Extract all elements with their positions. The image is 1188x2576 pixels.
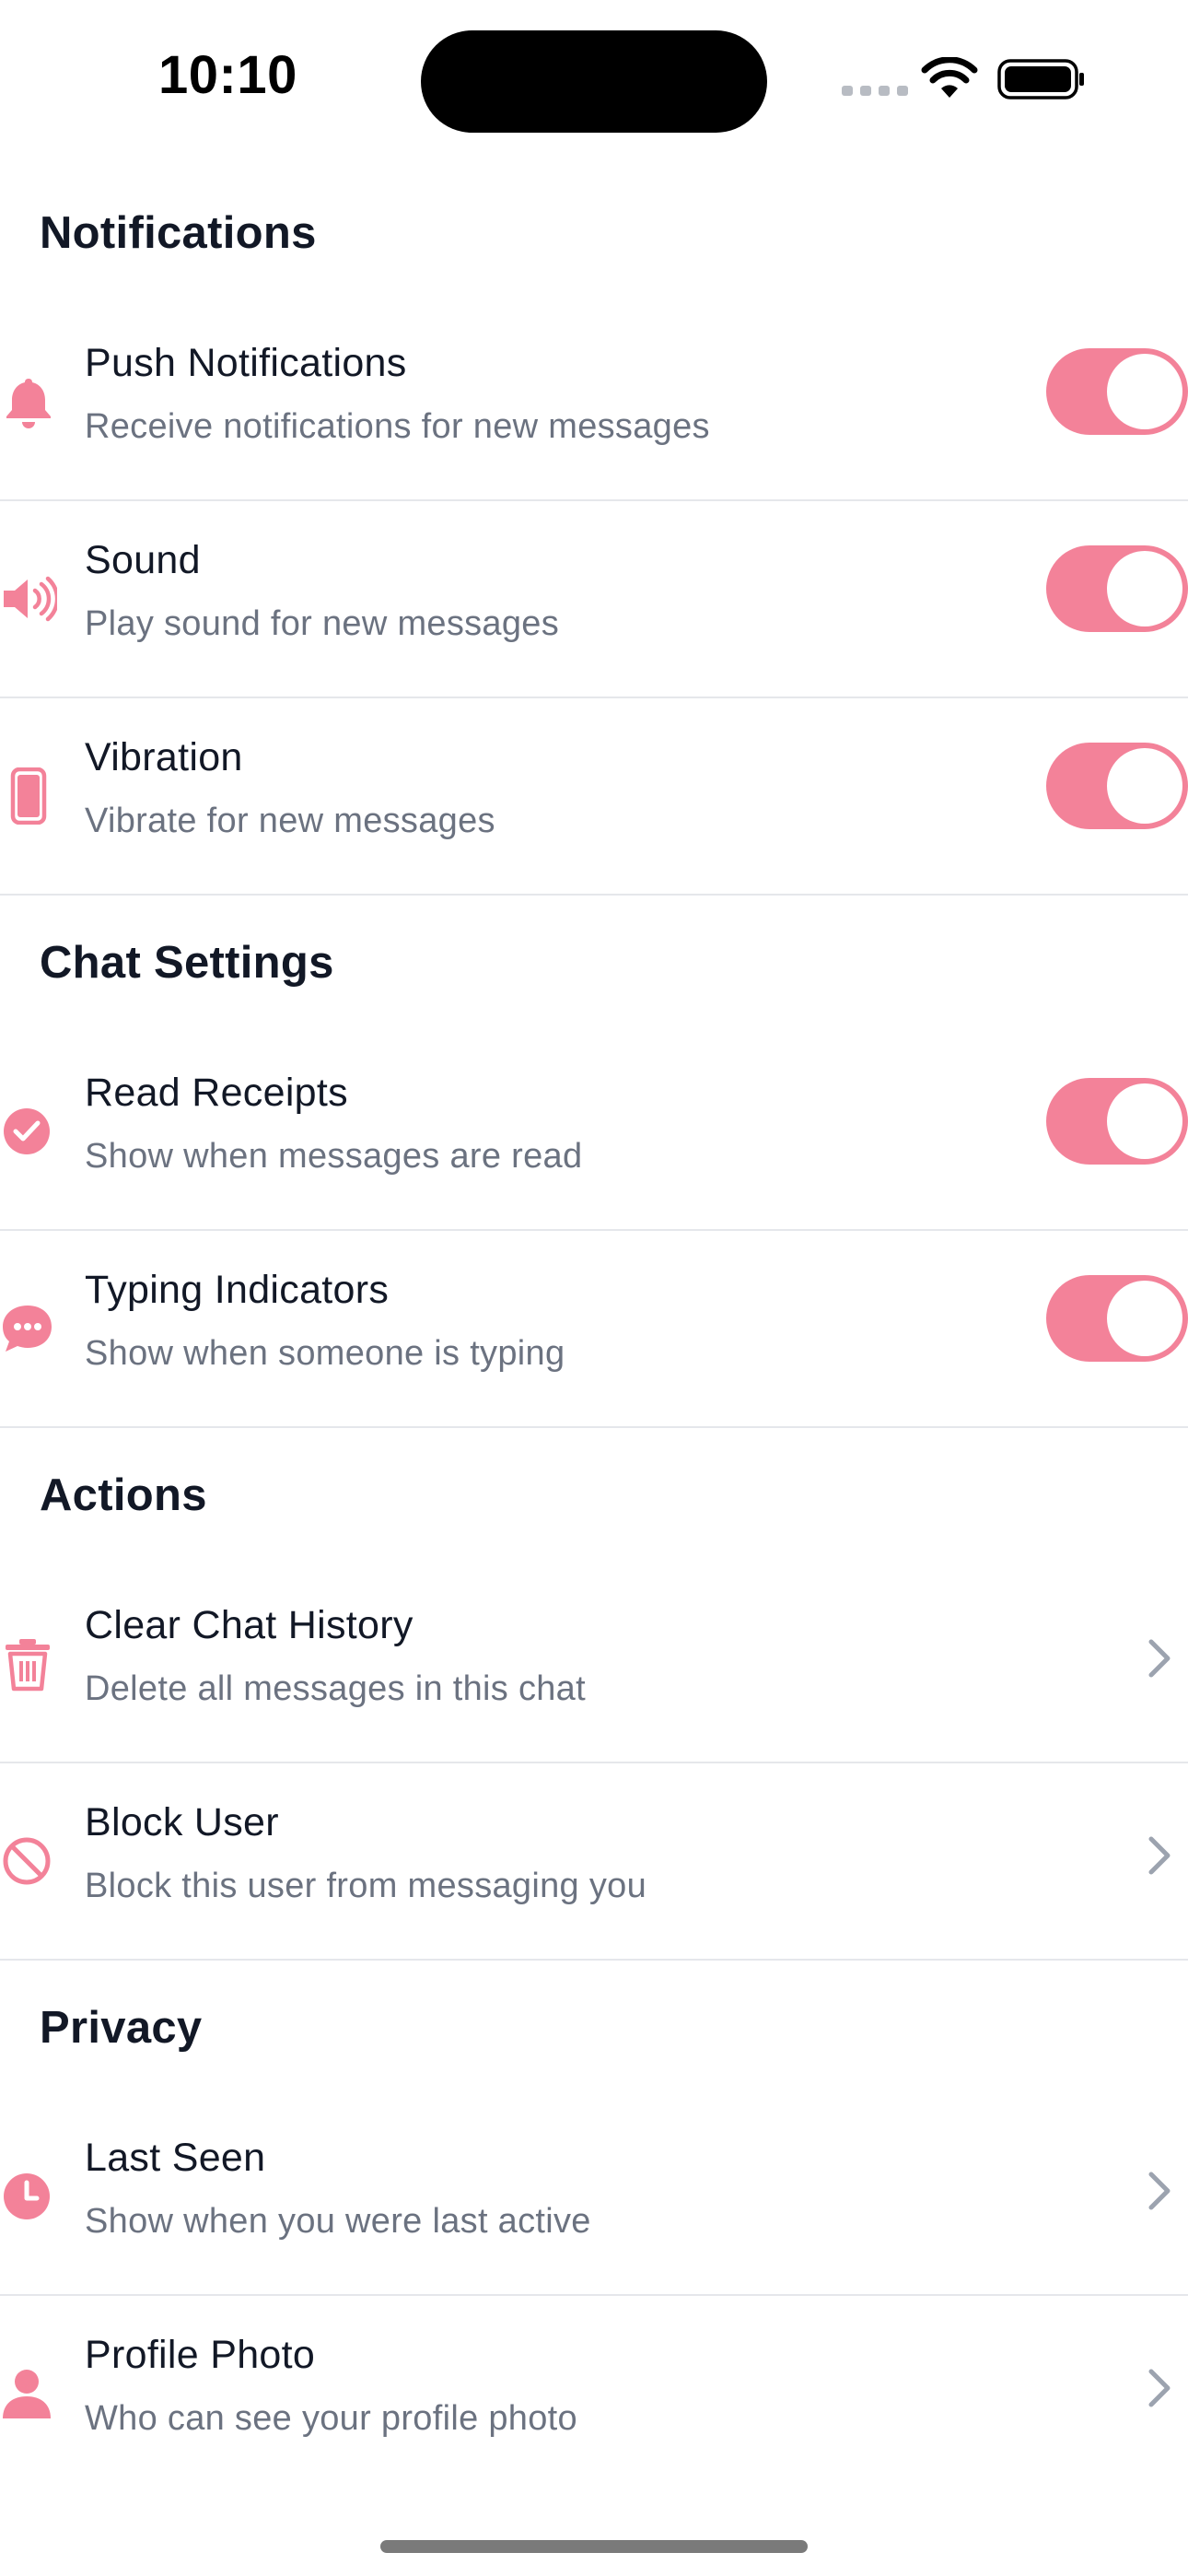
setting-row-sound: Sound Play sound for new messages [0, 501, 1188, 698]
status-bar: 10:10 [0, 0, 1188, 166]
setting-row-vibration: Vibration Vibrate for new messages [0, 698, 1188, 896]
push-notifications-toggle[interactable] [1046, 348, 1188, 435]
setting-row-typing-indicators: Typing Indicators Show when someone is t… [0, 1231, 1188, 1428]
clock-icon [0, 2168, 57, 2225]
vibration-toggle[interactable] [1046, 743, 1188, 829]
vibration-title: Vibration [85, 735, 243, 779]
chevron-right-icon [1144, 2366, 1175, 2410]
cellular-signal-icon [842, 86, 908, 96]
privacy-row-last-seen[interactable]: Last Seen Show when you were last active [0, 2099, 1188, 2296]
toggle-knob [1107, 551, 1182, 626]
typing-indicators-subtitle: Show when someone is typing [85, 1334, 565, 1373]
dynamic-island [421, 30, 767, 133]
setting-row-push-notifications: Push Notifications Receive notifications… [0, 304, 1188, 501]
last-seen-title: Last Seen [85, 2136, 266, 2180]
read-receipts-toggle[interactable] [1046, 1078, 1188, 1165]
vibration-subtitle: Vibrate for new messages [85, 802, 495, 840]
phone-icon [0, 767, 57, 825]
wifi-icon [921, 57, 978, 98]
read-receipts-subtitle: Show when messages are read [85, 1137, 583, 1176]
clear-chat-history-title: Clear Chat History [85, 1603, 413, 1647]
bell-icon [0, 373, 57, 430]
action-row-clear-chat-history[interactable]: Clear Chat History Delete all messages i… [0, 1566, 1188, 1763]
chevron-right-icon [1144, 1636, 1175, 1680]
section-title-privacy: Privacy [40, 2003, 203, 2053]
toggle-knob [1107, 354, 1182, 429]
chevron-right-icon [1144, 1833, 1175, 1878]
toggle-knob [1107, 748, 1182, 824]
profile-photo-subtitle: Who can see your profile photo [85, 2399, 577, 2438]
read-receipts-title: Read Receipts [85, 1071, 348, 1115]
typing-indicators-title: Typing Indicators [85, 1268, 390, 1312]
block-user-title: Block User [85, 1800, 279, 1844]
sound-subtitle: Play sound for new messages [85, 604, 560, 643]
block-user-subtitle: Block this user from messaging you [85, 1867, 646, 1905]
settings-list: Notifications Push Notifications Receive… [0, 166, 1188, 2493]
section-title-notifications: Notifications [40, 208, 317, 258]
typing-indicators-toggle[interactable] [1046, 1275, 1188, 1362]
last-seen-subtitle: Show when you were last active [85, 2202, 591, 2241]
action-row-block-user[interactable]: Block User Block this user from messagin… [0, 1763, 1188, 1961]
toggle-knob [1107, 1083, 1182, 1159]
sound-title: Sound [85, 538, 201, 582]
chat-bubble-icon [0, 1300, 57, 1357]
setting-row-read-receipts: Read Receipts Show when messages are rea… [0, 1034, 1188, 1231]
person-icon [0, 2365, 57, 2422]
home-indicator[interactable] [380, 2540, 808, 2553]
chevron-right-icon [1144, 2169, 1175, 2213]
profile-photo-title: Profile Photo [85, 2333, 316, 2377]
sound-toggle[interactable] [1046, 545, 1188, 632]
status-time: 10:10 [158, 45, 297, 105]
privacy-row-profile-photo[interactable]: Profile Photo Who can see your profile p… [0, 2296, 1188, 2493]
toggle-knob [1107, 1281, 1182, 1356]
section-title-chat-settings: Chat Settings [40, 938, 334, 988]
settings-screen: 10:10 Notifications Push Notifications R… [0, 0, 1188, 2576]
check-circle-icon [0, 1103, 57, 1160]
speaker-icon [0, 570, 57, 627]
push-notifications-subtitle: Receive notifications for new messages [85, 407, 710, 446]
clear-chat-history-subtitle: Delete all messages in this chat [85, 1669, 586, 1708]
trash-icon [0, 1635, 57, 1692]
section-title-actions: Actions [40, 1470, 207, 1520]
battery-icon [997, 59, 1084, 100]
block-icon [0, 1832, 57, 1890]
push-notifications-title: Push Notifications [85, 341, 407, 385]
